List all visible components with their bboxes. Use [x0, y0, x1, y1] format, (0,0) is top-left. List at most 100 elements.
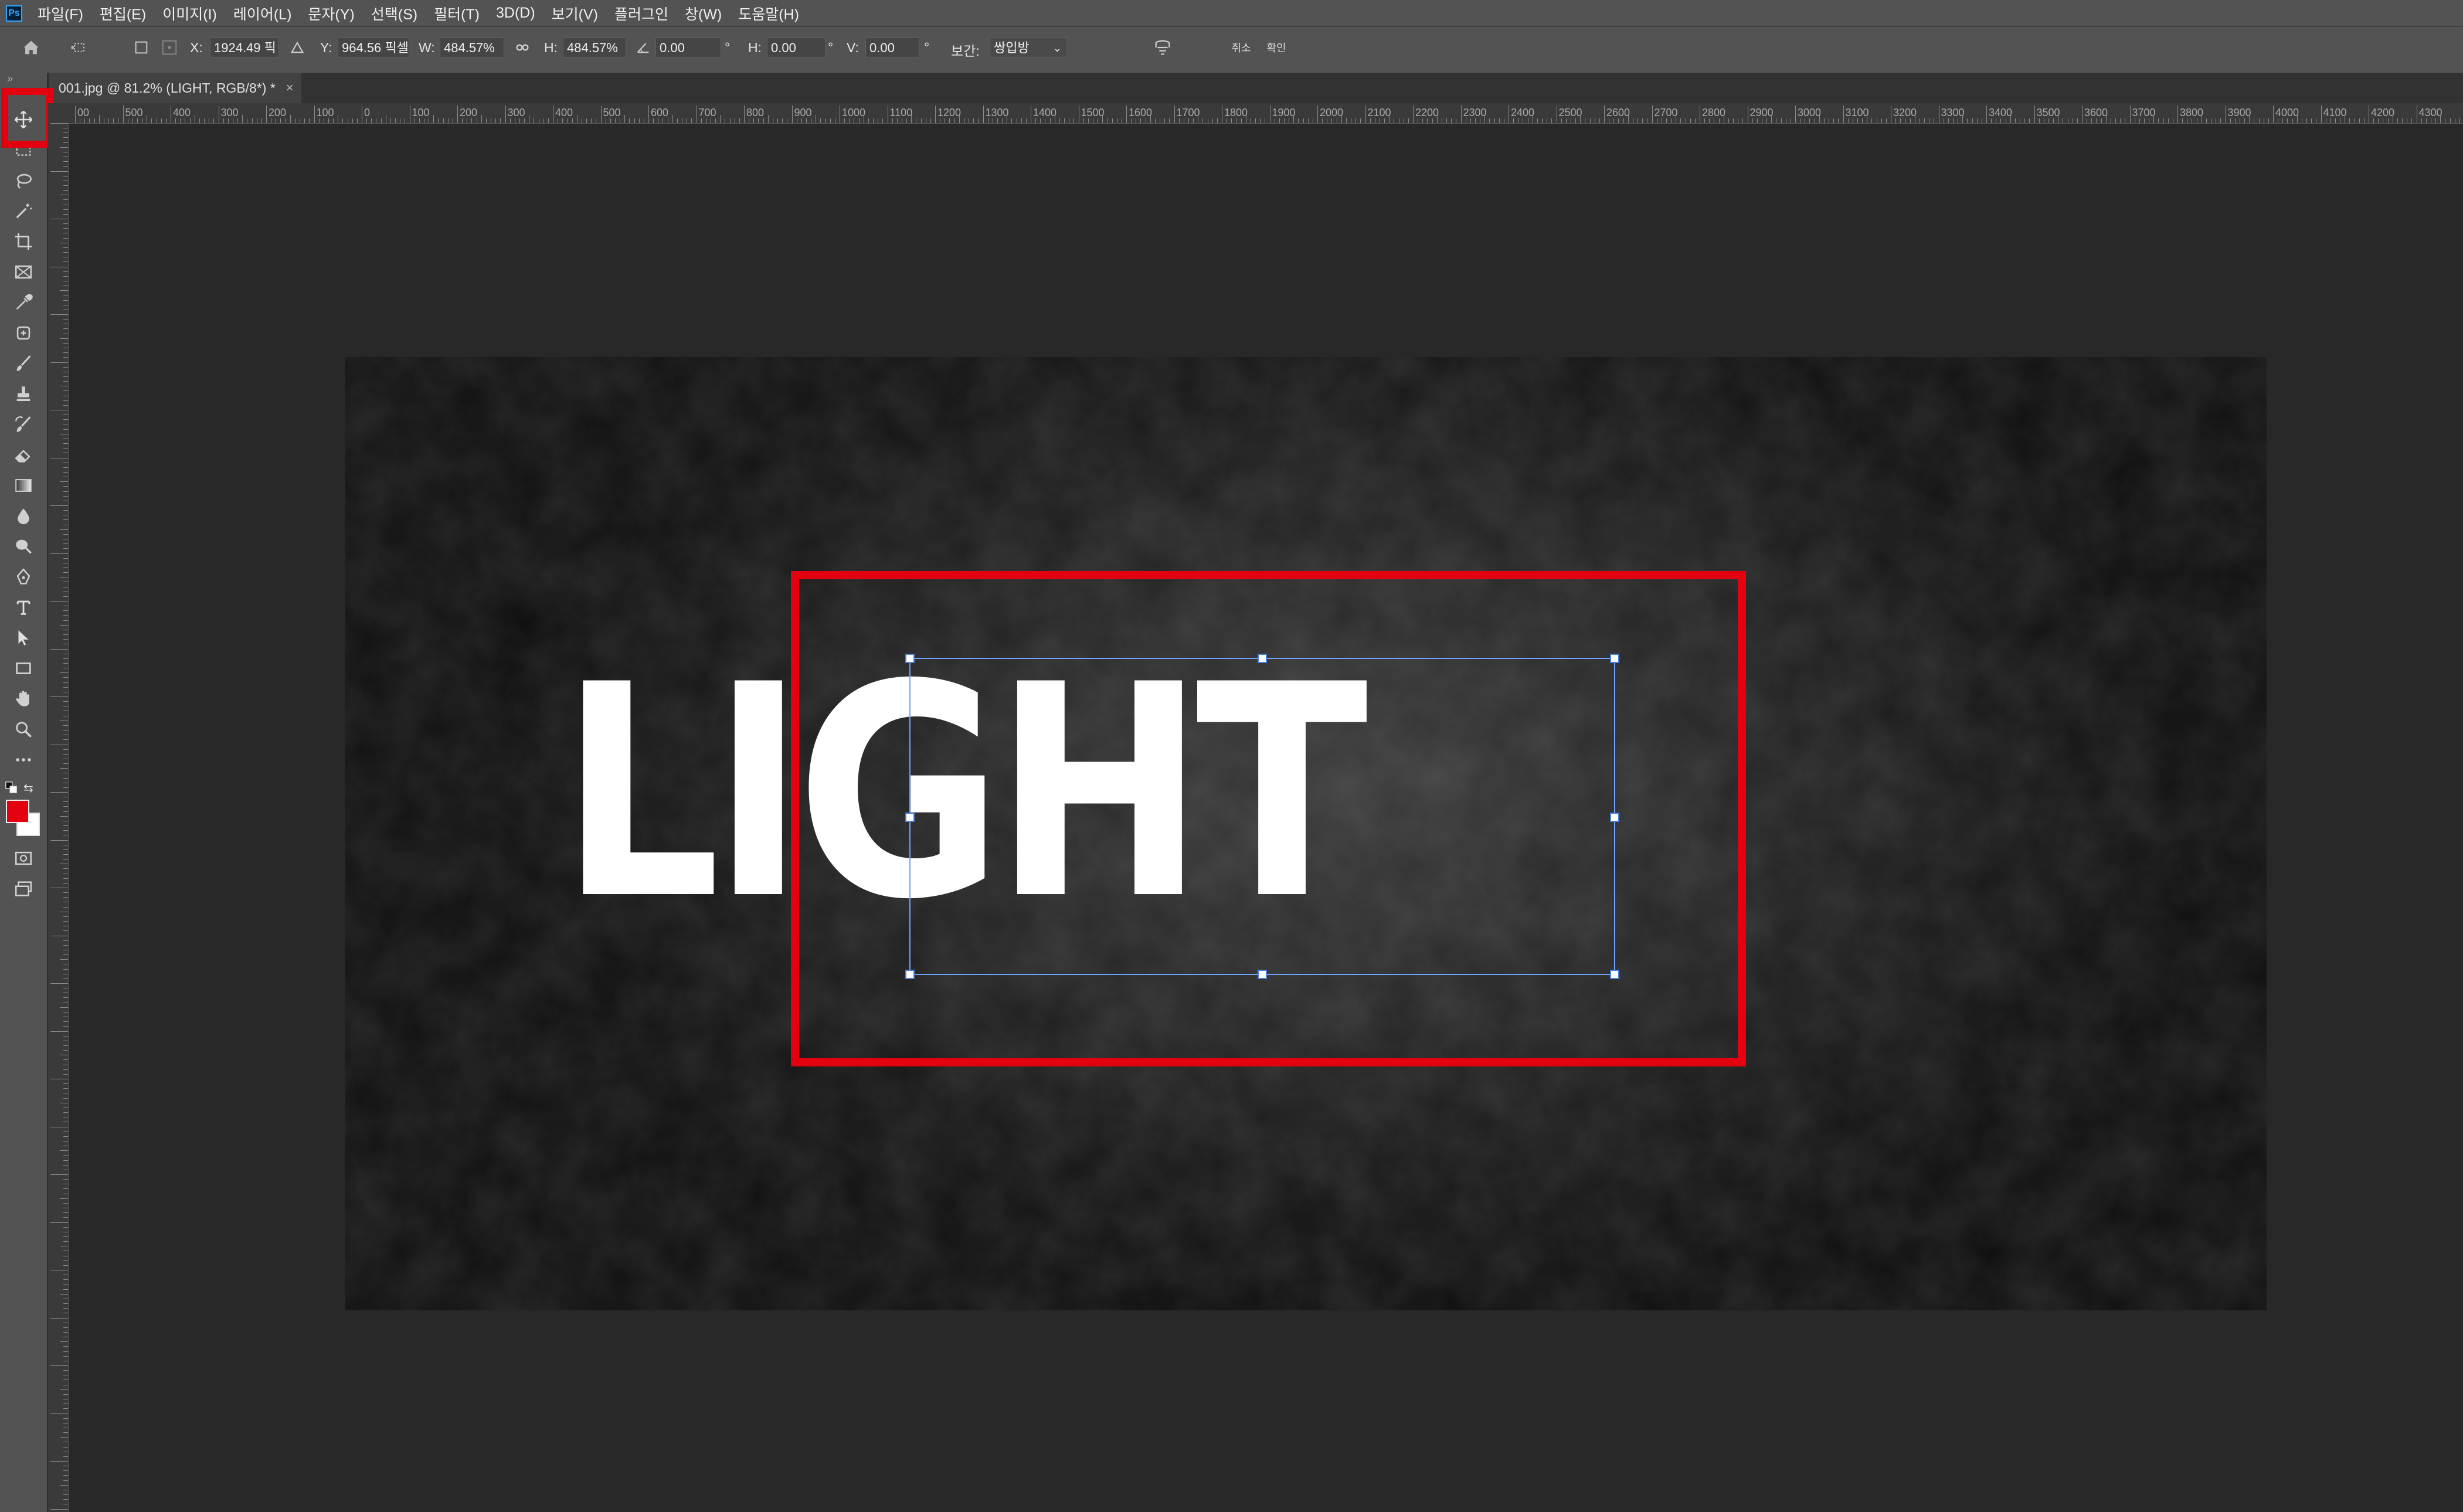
ruler-tick — [63, 534, 68, 535]
ruler-minor-tick — [1513, 118, 1514, 123]
path-selection-tool-icon[interactable] — [7, 624, 40, 652]
ruler-minor-tick — [1202, 118, 1204, 123]
rotate-field[interactable]: 0.00 — [655, 38, 721, 57]
menu-help[interactable]: 도움말(H) — [730, 3, 807, 24]
ruler-label: 3400 — [1989, 107, 2013, 118]
h-skew-field[interactable]: 0.00 — [767, 38, 825, 57]
dodge-tool-icon[interactable] — [7, 532, 40, 560]
relative-position-icon[interactable] — [286, 36, 308, 59]
menu-view[interactable]: 보기(V) — [543, 3, 606, 24]
commit-transform-button[interactable]: 확인 — [1263, 36, 1290, 59]
brush-tool-icon[interactable] — [7, 349, 40, 378]
v-skew-label: V: — [847, 40, 859, 55]
ruler-minor-tick — [189, 118, 191, 123]
ruler-tick — [63, 806, 68, 807]
ruler-minor-tick — [1589, 118, 1591, 123]
magic-wand-tool-icon[interactable] — [7, 197, 40, 225]
v-skew-field[interactable]: 0.00 — [865, 38, 919, 57]
menu-3d[interactable]: 3D(D) — [488, 5, 543, 22]
ruler-minor-tick — [1924, 118, 1925, 123]
eraser-tool-icon[interactable] — [7, 441, 40, 469]
more-tools-icon[interactable] — [7, 746, 40, 774]
healing-brush-tool-icon[interactable] — [7, 319, 40, 347]
ruler-minor-tick — [1781, 118, 1782, 123]
ruler-minor-tick — [1150, 115, 1151, 123]
transform-tool-preset-icon[interactable] — [68, 36, 90, 59]
ruler-minor-tick — [1718, 118, 1720, 123]
menu-select[interactable]: 선택(S) — [363, 3, 426, 24]
ruler-tick — [63, 414, 68, 416]
crop-tool-icon[interactable] — [7, 227, 40, 256]
ruler-tick — [60, 338, 68, 339]
rectangle-tool-icon[interactable] — [7, 654, 40, 682]
eyedropper-tool-icon[interactable] — [7, 288, 40, 317]
type-tool-icon[interactable] — [7, 593, 40, 621]
ruler-minor-tick — [873, 118, 874, 123]
clone-stamp-tool-icon[interactable] — [7, 380, 40, 408]
default-colors-icon[interactable] — [5, 781, 18, 794]
menu-image[interactable]: 이미지(I) — [154, 3, 225, 24]
ruler-tick — [50, 601, 68, 602]
ruler-minor-tick — [1169, 118, 1170, 123]
blur-tool-icon[interactable] — [7, 502, 40, 530]
interpolation-select[interactable]: 쌍입방 ⌄ — [990, 38, 1067, 57]
ruler-minor-tick — [978, 118, 979, 123]
ruler-tick — [50, 1461, 68, 1462]
height-field[interactable]: 484.57% — [563, 38, 626, 57]
quick-mask-icon[interactable] — [7, 844, 40, 872]
reference-point-grid-icon[interactable] — [158, 36, 181, 59]
zoom-tool-icon[interactable] — [7, 715, 40, 743]
ruler-label: 2600 — [1606, 107, 1630, 118]
menu-edit[interactable]: 편집(E) — [91, 3, 154, 24]
ruler-minor-tick — [930, 118, 931, 123]
ruler-tick — [63, 185, 68, 186]
x-field[interactable]: 1924.49 픽 — [210, 38, 279, 57]
menu-file[interactable]: 파일(F) — [29, 3, 91, 24]
ruler-major-tick — [1460, 106, 1462, 123]
ruler-tick — [63, 662, 68, 664]
menu-type[interactable]: 문자(Y) — [300, 3, 362, 24]
ruler-tick — [50, 840, 68, 841]
y-field[interactable]: 964.56 픽셀 — [338, 38, 409, 57]
collapse-panel-icon[interactable]: » — [7, 73, 13, 85]
swap-colors-icon[interactable]: ⇆ — [23, 781, 38, 795]
ruler-minor-tick — [1446, 118, 1448, 123]
menu-window[interactable]: 창(W) — [677, 3, 730, 24]
ruler-tick — [63, 620, 68, 621]
gradient-tool-icon[interactable] — [7, 471, 40, 500]
ruler-tick — [60, 1007, 68, 1008]
close-icon[interactable]: × — [286, 80, 294, 96]
cancel-transform-button[interactable]: 취소 — [1228, 36, 1255, 59]
menu-layer[interactable]: 레이어(L) — [225, 3, 300, 24]
ruler-tick — [63, 405, 68, 406]
ruler-tick — [63, 443, 68, 444]
ruler-minor-tick — [1436, 115, 1438, 123]
ruler-label: 3200 — [1893, 107, 1917, 118]
ruler-minor-tick — [1623, 118, 1624, 123]
warp-mode-icon[interactable] — [1151, 36, 1174, 59]
pen-tool-icon[interactable] — [7, 563, 40, 591]
ruler-minor-tick — [1910, 118, 1911, 123]
ruler-minor-tick — [1967, 118, 1968, 123]
ruler-major-tick — [314, 106, 315, 123]
ruler-minor-tick — [1709, 118, 1710, 123]
ruler-major-tick — [1317, 106, 1318, 123]
home-icon[interactable] — [20, 36, 42, 59]
hand-tool-icon[interactable] — [7, 685, 40, 713]
width-field[interactable]: 484.57% — [440, 38, 504, 57]
ruler-label: 1800 — [1224, 107, 1248, 118]
ruler-major-tick — [744, 106, 745, 123]
menu-filter[interactable]: 필터(T) — [426, 3, 488, 24]
foreground-color-swatch[interactable] — [6, 800, 29, 823]
ruler-minor-tick — [1303, 118, 1304, 123]
screen-mode-icon[interactable] — [7, 875, 40, 903]
link-icon[interactable] — [511, 36, 534, 59]
history-brush-tool-icon[interactable] — [7, 410, 40, 439]
ruler-minor-tick — [1766, 118, 1768, 123]
menu-plugins[interactable]: 플러그인 — [606, 3, 677, 24]
reference-point-checkbox[interactable] — [130, 36, 152, 59]
frame-tool-icon[interactable] — [7, 258, 40, 286]
ruler-tick — [63, 376, 68, 377]
document-tab[interactable]: 001.jpg @ 81.2% (LIGHT, RGB/8*) * × — [49, 73, 301, 103]
lasso-tool-icon[interactable] — [7, 167, 40, 195]
